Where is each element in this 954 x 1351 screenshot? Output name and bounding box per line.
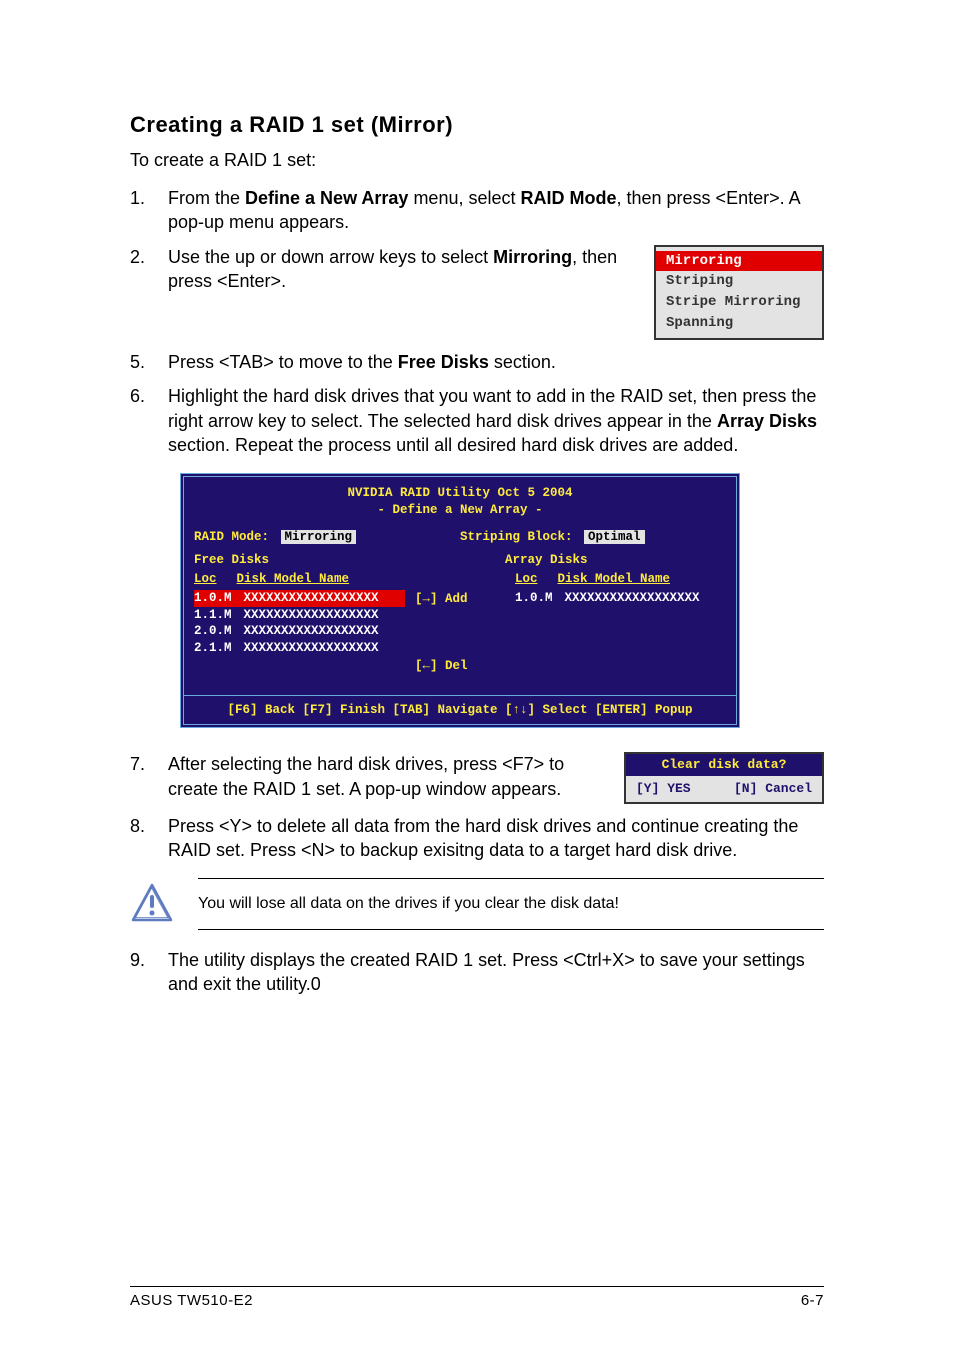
- step-number: 9.: [130, 948, 150, 997]
- disk-row[interactable]: 1.1.M XXXXXXXXXXXXXXXXXX: [194, 607, 405, 624]
- bios-title-line2: - Define a New Array -: [194, 502, 726, 519]
- step-list-end: 9. The utility displays the created RAID…: [130, 948, 824, 997]
- step-body: From the Define a New Array menu, select…: [168, 186, 824, 235]
- bios-title: NVIDIA RAID Utility Oct 5 2004 - Define …: [194, 485, 726, 519]
- free-disks-column: Loc Disk Model Name 1.0.M XXXXXXXXXXXXXX…: [194, 571, 405, 695]
- step-list-cont: 7. After selecting the hard disk drives,…: [130, 752, 824, 862]
- col-loc: Loc: [194, 571, 217, 588]
- stripe-value[interactable]: Optimal: [584, 530, 645, 544]
- bold-text: Mirroring: [493, 247, 572, 267]
- disk-model: XXXXXXXXXXXXXXXXXX: [565, 590, 700, 607]
- warning-text: You will lose all data on the drives if …: [198, 878, 824, 930]
- del-action[interactable]: [←] Del: [415, 658, 505, 675]
- step-list: 1. From the Define a New Array menu, sel…: [130, 186, 824, 457]
- bold-text: Array Disks: [717, 411, 817, 431]
- text: Press <TAB> to move to the: [168, 352, 398, 372]
- col-model: Disk Model Name: [237, 571, 350, 588]
- bios-section-labels: Free Disks Array Disks: [194, 552, 726, 569]
- text: section.: [489, 352, 556, 372]
- popup-title: Clear disk data?: [626, 754, 822, 776]
- step-body: Press <Y> to delete all data from the ha…: [168, 814, 824, 863]
- disk-loc: 2.1.M: [194, 640, 232, 657]
- text: After selecting the hard disk drives, pr…: [168, 752, 604, 801]
- free-disks-label: Free Disks: [194, 552, 415, 569]
- step-6: 6. Highlight the hard disk drives that y…: [130, 384, 824, 457]
- popup-option-mirroring[interactable]: Mirroring: [656, 251, 822, 272]
- col-model: Disk Model Name: [558, 571, 671, 588]
- disk-row[interactable]: 1.0.M XXXXXXXXXXXXXXXXXX: [515, 590, 726, 607]
- step-1: 1. From the Define a New Array menu, sel…: [130, 186, 824, 235]
- footer-right: 6-7: [801, 1291, 824, 1311]
- step-number: 2.: [130, 245, 150, 341]
- step-number: 5.: [130, 350, 150, 374]
- bios-header-row: RAID Mode: Mirroring Striping Block: Opt…: [194, 529, 726, 546]
- disk-model: XXXXXXXXXXXXXXXXXX: [244, 640, 379, 657]
- col-loc: Loc: [515, 571, 538, 588]
- popup-option-striping[interactable]: Striping: [656, 271, 822, 292]
- stripe-label: Striping Block:: [460, 530, 573, 544]
- bold-text: Define a New Array: [245, 188, 408, 208]
- popup-option-stripe-mirroring[interactable]: Stripe Mirroring: [656, 292, 822, 313]
- step-8: 8. Press <Y> to delete all data from the…: [130, 814, 824, 863]
- step-7: 7. After selecting the hard disk drives,…: [130, 752, 824, 803]
- disk-model: XXXXXXXXXXXXXXXXXX: [244, 607, 379, 624]
- disk-row[interactable]: 2.0.M XXXXXXXXXXXXXXXXXX: [194, 623, 405, 640]
- step-number: 8.: [130, 814, 150, 863]
- disk-loc: 1.1.M: [194, 607, 232, 624]
- bold-text: Free Disks: [398, 352, 489, 372]
- text: menu, select: [408, 188, 520, 208]
- page-footer: ASUS TW510-E2 6-7: [130, 1286, 824, 1311]
- step-number: 7.: [130, 752, 150, 803]
- bios-screen: NVIDIA RAID Utility Oct 5 2004 - Define …: [180, 473, 740, 728]
- step-5: 5. Press <TAB> to move to the Free Disks…: [130, 350, 824, 374]
- array-disks-label: Array Disks: [505, 552, 726, 569]
- disk-loc: 1.0.M: [515, 590, 553, 607]
- yes-option[interactable]: [Y] YES: [636, 780, 691, 798]
- mode-popup: Mirroring Striping Stripe Mirroring Span…: [654, 245, 824, 341]
- text: From the: [168, 188, 245, 208]
- bios-title-line1: NVIDIA RAID Utility Oct 5 2004: [194, 485, 726, 502]
- disk-loc: 2.0.M: [194, 623, 232, 640]
- step-body: Use the up or down arrow keys to select …: [168, 245, 824, 341]
- step-body: After selecting the hard disk drives, pr…: [168, 752, 824, 803]
- step-body: The utility displays the created RAID 1 …: [168, 948, 824, 997]
- disk-row[interactable]: 1.0.M XXXXXXXXXXXXXXXXXX: [194, 590, 405, 607]
- footer-left: ASUS TW510-E2: [130, 1291, 253, 1311]
- raid-mode-label: RAID Mode:: [194, 530, 269, 544]
- raid-mode-value[interactable]: Mirroring: [281, 530, 357, 544]
- disk-model: XXXXXXXXXXXXXXXXXX: [244, 590, 379, 607]
- step-9: 9. The utility displays the created RAID…: [130, 948, 824, 997]
- bios-footer-keys: [F6] Back [F7] Finish [TAB] Navigate [↑↓…: [184, 695, 736, 725]
- warning-icon: [130, 882, 174, 926]
- disk-loc: 1.0.M: [194, 590, 232, 607]
- cancel-option[interactable]: [N] Cancel: [734, 780, 812, 798]
- page-heading: Creating a RAID 1 set (Mirror): [130, 110, 824, 140]
- text: Use the up or down arrow keys to select: [168, 247, 493, 267]
- column-header: Loc Disk Model Name: [515, 571, 726, 588]
- step-number: 1.: [130, 186, 150, 235]
- step-body: Highlight the hard disk drives that you …: [168, 384, 824, 457]
- step-body: Press <TAB> to move to the Free Disks se…: [168, 350, 824, 374]
- add-action[interactable]: [→] Add: [415, 591, 505, 608]
- array-disks-column: Loc Disk Model Name 1.0.M XXXXXXXXXXXXXX…: [515, 571, 726, 695]
- popup-option-spanning[interactable]: Spanning: [656, 313, 822, 334]
- disk-row[interactable]: 2.1.M XXXXXXXXXXXXXXXXXX: [194, 640, 405, 657]
- intro-text: To create a RAID 1 set:: [130, 148, 824, 172]
- step-number: 6.: [130, 384, 150, 457]
- step-2: 2. Use the up or down arrow keys to sele…: [130, 245, 824, 341]
- text: section. Repeat the process until all de…: [168, 435, 738, 455]
- clear-data-popup: Clear disk data? [Y] YES [N] Cancel: [624, 752, 824, 803]
- warning-note: You will lose all data on the drives if …: [130, 878, 824, 930]
- bold-text: RAID Mode: [521, 188, 617, 208]
- action-column: [→] Add [←] Del: [415, 571, 505, 695]
- disk-model: XXXXXXXXXXXXXXXXXX: [244, 623, 379, 640]
- column-header: Loc Disk Model Name: [194, 571, 405, 588]
